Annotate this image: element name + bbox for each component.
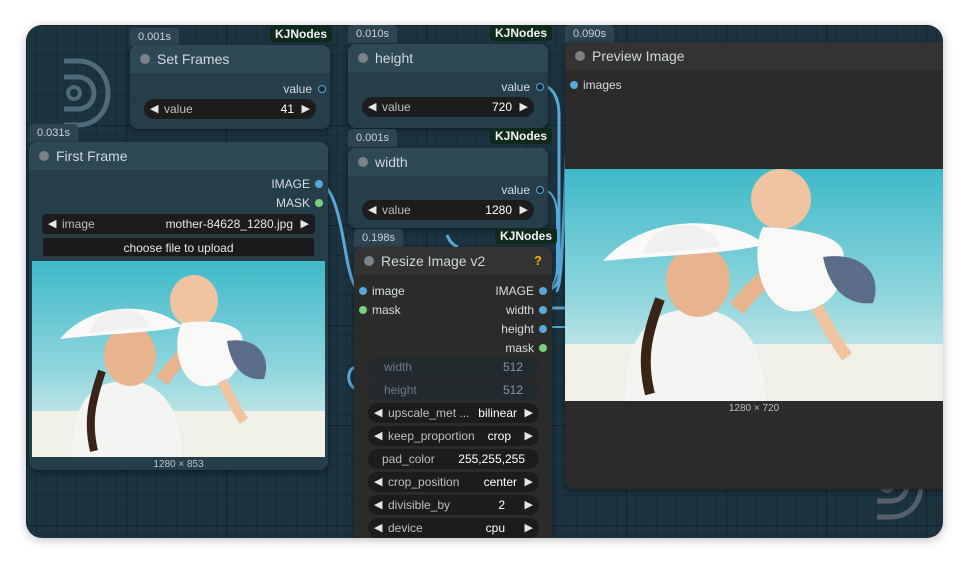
- output-label: value: [501, 183, 530, 197]
- next-option-arrow-icon[interactable]: ▶: [525, 472, 533, 492]
- prev-file-arrow-icon[interactable]: ◀: [48, 214, 56, 234]
- set-frames-timing: 0.001s: [130, 28, 180, 46]
- width-title[interactable]: width: [348, 148, 548, 176]
- height-output-socket[interactable]: [539, 325, 547, 333]
- prev-option-arrow-icon[interactable]: ◀: [374, 472, 382, 492]
- kjnodes-badge: KJNodes: [490, 25, 553, 41]
- decrement-arrow-icon[interactable]: ◀: [374, 495, 382, 515]
- width-input-widget[interactable]: width 512: [368, 357, 539, 377]
- height-output-label: height: [501, 322, 534, 336]
- resize-image-node[interactable]: Resize Image v2 ? image mask IMAGE width…: [354, 247, 552, 538]
- preview-image-node[interactable]: Preview Image images 1280 × 720: [565, 42, 943, 489]
- image-input-label: image: [372, 284, 405, 298]
- mask-output-socket[interactable]: [539, 344, 547, 352]
- decrement-arrow-icon[interactable]: ◀: [368, 200, 376, 220]
- width-output-label: width: [505, 303, 534, 317]
- first-frame-title[interactable]: First Frame: [29, 142, 328, 170]
- image-output-label: IMAGE: [495, 284, 534, 298]
- image-file-select[interactable]: ◀ image mother-84628_1280.jpg ▶: [42, 214, 315, 234]
- first-frame-node[interactable]: First Frame IMAGE MASK ◀ image mother-84…: [29, 142, 328, 470]
- first-frame-image: [32, 261, 325, 457]
- preview-output-image: [565, 169, 943, 401]
- decrement-arrow-icon[interactable]: ◀: [150, 99, 158, 119]
- height-title[interactable]: height: [348, 44, 548, 72]
- width-node[interactable]: width value ◀ value 1280 ▶: [348, 148, 548, 228]
- value-widget[interactable]: ◀ value 41 ▶: [144, 99, 316, 119]
- collapse-dot-icon[interactable]: [39, 151, 49, 161]
- decrement-arrow-icon[interactable]: ◀: [368, 97, 376, 117]
- divisible-by-widget[interactable]: ◀ divisible_by 2 ▶: [368, 495, 539, 515]
- image-output-socket[interactable]: [315, 180, 323, 188]
- collapse-dot-icon[interactable]: [364, 256, 374, 266]
- collapse-dot-icon[interactable]: [575, 51, 585, 61]
- device-combo[interactable]: ◀ device cpu ▶: [368, 518, 539, 538]
- preview-title[interactable]: Preview Image: [565, 42, 943, 70]
- prev-option-arrow-icon[interactable]: ◀: [374, 426, 382, 446]
- mask-input-label: mask: [372, 303, 401, 317]
- collapse-dot-icon[interactable]: [140, 54, 150, 64]
- output-socket[interactable]: [536, 186, 544, 194]
- next-option-arrow-icon[interactable]: ▶: [525, 426, 533, 446]
- mother-baby-photo: [565, 169, 943, 401]
- prev-option-arrow-icon[interactable]: ◀: [374, 403, 382, 423]
- value-widget[interactable]: ◀ value 1280 ▶: [362, 200, 534, 220]
- set-frames-node[interactable]: Set Frames value ◀ value 41 ▶: [130, 45, 330, 129]
- kjnodes-badge: KJNodes: [270, 26, 333, 42]
- increment-arrow-icon[interactable]: ▶: [525, 495, 533, 515]
- collapse-dot-icon[interactable]: [358, 157, 368, 167]
- next-option-arrow-icon[interactable]: ▶: [525, 518, 533, 538]
- help-icon[interactable]: ?: [534, 253, 542, 268]
- mask-input-socket[interactable]: [359, 306, 367, 314]
- increment-arrow-icon[interactable]: ▶: [520, 200, 528, 220]
- preview-timing: 0.090s: [565, 25, 615, 43]
- first-frame-timing: 0.031s: [29, 124, 79, 142]
- resize-timing: 0.198s: [354, 229, 404, 247]
- crop-position-combo[interactable]: ◀ crop_position center ▶: [368, 472, 539, 492]
- output-socket[interactable]: [318, 85, 326, 93]
- mask-output-socket[interactable]: [315, 199, 323, 207]
- image-input-socket[interactable]: [359, 287, 367, 295]
- mother-baby-photo: [32, 261, 325, 457]
- mask-output-label: MASK: [275, 196, 310, 210]
- output-label: value: [501, 80, 530, 94]
- upload-button[interactable]: choose file to upload: [42, 237, 315, 257]
- upscale-method-combo[interactable]: ◀ upscale_met ... bilinear ▶: [368, 403, 539, 423]
- set-frames-title[interactable]: Set Frames: [130, 45, 330, 73]
- image-output-label: IMAGE: [271, 177, 310, 191]
- prev-option-arrow-icon[interactable]: ◀: [374, 518, 382, 538]
- keep-proportion-combo[interactable]: ◀ keep_proportion crop ▶: [368, 426, 539, 446]
- resize-title[interactable]: Resize Image v2: [354, 247, 552, 275]
- output-label: value: [283, 82, 312, 96]
- pad-color-field[interactable]: pad_color 255,255,255: [368, 449, 539, 469]
- images-input-label: images: [583, 78, 622, 92]
- width-output-socket[interactable]: [539, 306, 547, 314]
- height-input-widget[interactable]: height 512: [368, 380, 539, 400]
- mask-output-label: mask: [505, 341, 534, 355]
- output-socket[interactable]: [536, 83, 544, 91]
- value-widget[interactable]: ◀ value 720 ▶: [362, 97, 534, 117]
- image-size-caption: 1280 × 853: [153, 459, 204, 470]
- increment-arrow-icon[interactable]: ▶: [520, 97, 528, 117]
- increment-arrow-icon[interactable]: ▶: [302, 99, 310, 119]
- collapse-dot-icon[interactable]: [358, 53, 368, 63]
- height-timing: 0.010s: [348, 25, 398, 43]
- height-node[interactable]: height value ◀ value 720 ▶: [348, 44, 548, 128]
- image-size-caption: 1280 × 720: [728, 403, 780, 414]
- width-timing: 0.001s: [348, 129, 398, 147]
- node-canvas[interactable]: 0.001s KJNodes Set Frames value ◀ value …: [26, 25, 943, 538]
- next-file-arrow-icon[interactable]: ▶: [301, 214, 309, 234]
- images-input-socket[interactable]: [570, 81, 578, 89]
- next-option-arrow-icon[interactable]: ▶: [525, 403, 533, 423]
- kjnodes-badge: KJNodes: [490, 128, 553, 144]
- image-output-socket[interactable]: [539, 287, 547, 295]
- kjnodes-badge: KJNodes: [495, 228, 558, 244]
